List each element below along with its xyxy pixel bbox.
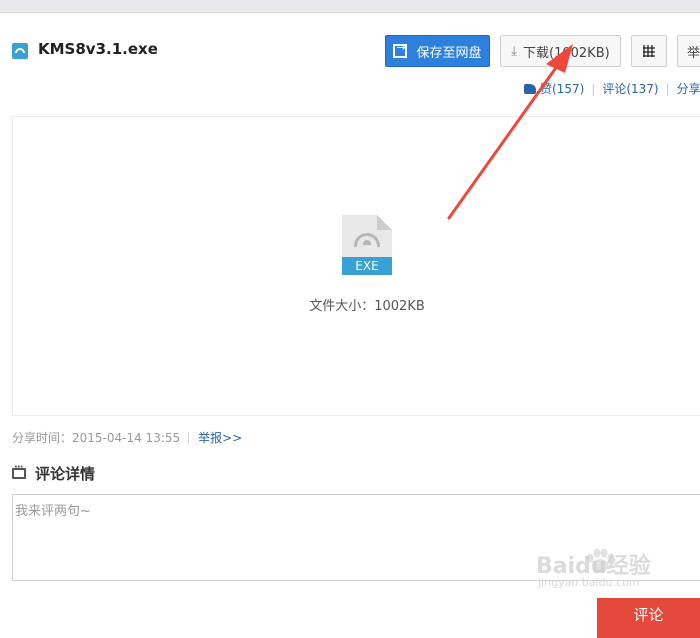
divider: | [665, 82, 670, 96]
comment-section-title: 评论详情 [12, 462, 96, 484]
like-label: 赞(157) [540, 82, 585, 96]
download-button[interactable]: ⤓ 下载(1002KB) [500, 35, 621, 67]
exe-file-icon: EXE [342, 215, 392, 275]
share-info: 分享时间：2015-04-14 13:55 举报>> [12, 429, 242, 446]
report-link[interactable]: 举报>> [198, 431, 242, 445]
file-size-label: 文件大小：1002KB [309, 299, 425, 314]
comment-title-text: 评论详情 [35, 465, 96, 483]
file-extension-tag: EXE [342, 257, 392, 275]
download-button-label: 下载(1002KB) [523, 45, 610, 61]
save-icon [393, 41, 408, 58]
action-links: 赞(157) | 评论(137) | 分享 [524, 80, 700, 97]
submit-comment-button[interactable]: 评论 [597, 598, 700, 638]
file-fold [377, 215, 392, 230]
save-button-label: 保存至网盘 [416, 45, 482, 61]
watermark-url: jingyan.baidu.com [538, 576, 640, 589]
report-button-label: 举 [687, 45, 700, 61]
comment-link[interactable]: 评论(137) [602, 82, 658, 96]
file-name: KMS8v3.1.exe [38, 40, 158, 58]
like-link[interactable]: 赞(157) [524, 82, 584, 96]
top-bar [0, 0, 700, 13]
qrcode-button[interactable] [631, 35, 667, 67]
cloud-file-icon [12, 43, 28, 59]
share-link[interactable]: 分享 [677, 82, 700, 96]
qrcode-icon [643, 45, 655, 57]
download-icon: ⤓ [511, 43, 518, 59]
comment-bubble-icon [12, 462, 26, 479]
thumbs-up-icon [524, 84, 536, 94]
save-to-netdisk-button[interactable]: 保存至网盘 [385, 35, 490, 67]
report-button[interactable]: 举 [677, 35, 700, 67]
baidu-paw-icon [586, 548, 615, 573]
divider: | [591, 82, 596, 96]
divider [188, 432, 190, 443]
share-time-label: 分享时间：2015-04-14 13:55 [12, 431, 181, 445]
